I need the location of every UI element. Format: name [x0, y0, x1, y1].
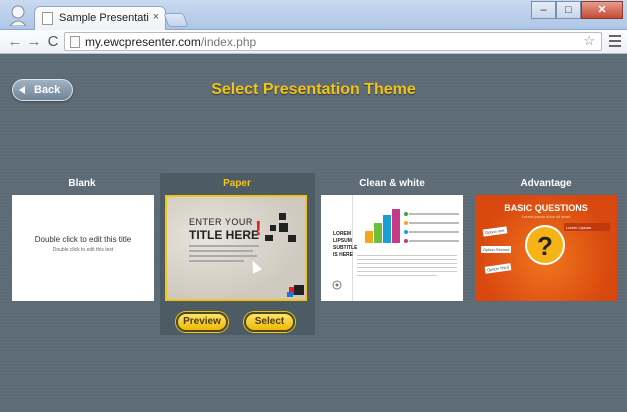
- advantage-option-card: Option Second: [481, 246, 512, 253]
- theme-label-paper: Paper: [223, 178, 251, 189]
- menu-icon[interactable]: [609, 35, 621, 50]
- browser-tab[interactable]: Sample Presentation - Cre ×: [34, 6, 166, 30]
- advantage-option-card: Option one: [482, 226, 507, 237]
- close-window-button[interactable]: ✕: [581, 1, 623, 19]
- theme-thumb-clean-white[interactable]: LOREM LIPSUM SUBTITLE IS HERE: [321, 195, 463, 301]
- advantage-preview-subtitle: Lorem ipsum dolor sit amet: [521, 214, 571, 219]
- page-favicon-icon: [42, 12, 53, 25]
- profile-icon[interactable]: [8, 4, 28, 26]
- window-controls: – □ ✕: [531, 1, 623, 19]
- paper-decor-square: [270, 225, 276, 231]
- tab-close-icon[interactable]: ×: [153, 11, 159, 23]
- mouse-cursor-icon: [247, 258, 263, 274]
- url-path: /index.php: [200, 35, 257, 49]
- new-tab-button[interactable]: [163, 13, 189, 27]
- target-icon: [332, 280, 342, 290]
- theme-label-clean-white: Clean & white: [359, 178, 425, 189]
- reload-icon[interactable]: C: [44, 33, 62, 51]
- paper-decor-square: [279, 223, 288, 232]
- paper-preview-line2: TITLE HERE: [189, 228, 260, 242]
- paper-color-block: [287, 292, 293, 297]
- blank-preview-title: Double click to edit this title: [34, 235, 132, 244]
- paper-color-block: [294, 285, 304, 295]
- paper-preview-line1: ENTER YOUR: [189, 217, 253, 227]
- paper-decor-square: [279, 213, 286, 220]
- maximize-button[interactable]: □: [556, 1, 581, 19]
- paper-decor-square: [265, 235, 273, 241]
- minimize-button[interactable]: –: [531, 1, 556, 19]
- theme-label-advantage: Advantage: [520, 178, 572, 189]
- paper-exclamation-mark: !: [255, 218, 262, 240]
- theme-label-blank: Blank: [68, 178, 96, 189]
- clean-preview-big-text: LOREM LIPSUM SUBTITLE IS HERE: [333, 231, 358, 258]
- bookmark-star-icon[interactable]: ☆: [583, 33, 595, 49]
- select-button[interactable]: Select: [244, 312, 295, 332]
- advantage-option-card: Option Third: [484, 263, 512, 274]
- advantage-preview-title: BASIC QUESTIONS: [504, 203, 588, 213]
- app-content: Back Select Presentation Theme Blank Pap…: [0, 55, 627, 412]
- theme-thumb-advantage[interactable]: BASIC QUESTIONS Lorem ipsum dolor sit am…: [475, 195, 617, 301]
- theme-thumb-blank[interactable]: Double click to edit this title Double c…: [12, 195, 154, 301]
- tab-title: Sample Presentation - Cre: [59, 12, 149, 24]
- advantage-preview-badge: Lorem Lipsum: [564, 223, 610, 231]
- preview-button[interactable]: Preview: [176, 312, 228, 332]
- paper-decor-square: [288, 235, 296, 242]
- address-bar[interactable]: my.ewcpresenter.com/index.php ☆: [64, 32, 602, 51]
- clean-3d-bar-chart: [363, 207, 401, 243]
- page-icon: [70, 36, 80, 48]
- question-mark-icon: ?: [525, 225, 565, 265]
- browser-titlebar: Sample Presentation - Cre × – □ ✕: [0, 0, 627, 30]
- blank-preview-subtitle: Double click to edit this text: [52, 247, 114, 253]
- browser-toolbar: ← → C my.ewcpresenter.com/index.php ☆: [0, 30, 627, 54]
- forward-arrow-icon[interactable]: →: [25, 33, 43, 51]
- page-title: Select Presentation Theme: [211, 81, 416, 98]
- theme-thumb-paper[interactable]: ENTER YOUR TITLE HERE !: [165, 195, 307, 301]
- back-arrow-icon[interactable]: ←: [6, 33, 24, 51]
- url-host: my.ewcpresenter.com: [85, 35, 201, 49]
